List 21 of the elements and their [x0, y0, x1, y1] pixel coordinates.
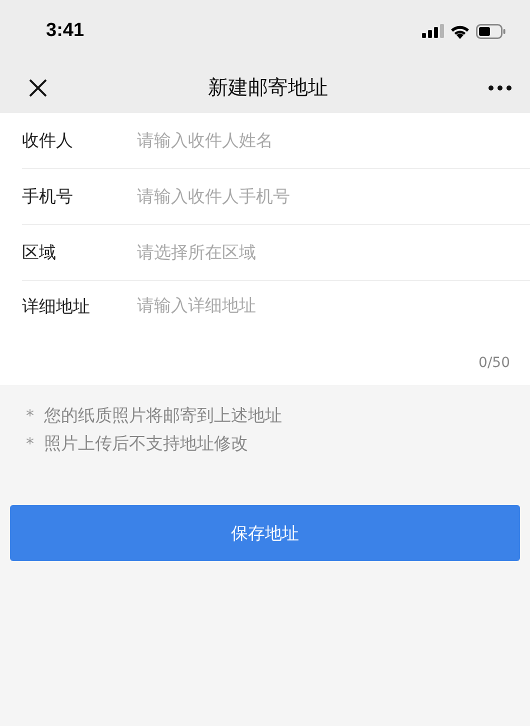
wifi-icon [450, 24, 470, 38]
close-icon [28, 78, 48, 98]
more-icon [488, 84, 512, 90]
battery-icon [476, 24, 506, 38]
field-label: 详细地址 [22, 296, 91, 318]
field-label: 收件人 [22, 130, 74, 152]
input-field[interactable]: 请输入收件人姓名 [137, 130, 497, 150]
signal-icon [422, 24, 444, 38]
note-text: 照片上传后不支持地址修改 [44, 432, 248, 454]
input-field[interactable]: 请选择所在区域 [137, 242, 497, 262]
field-label: 手机号 [22, 186, 74, 208]
input-field[interactable]: 请输入收件人手机号 [137, 186, 497, 206]
asterisk-mark: * [26, 434, 35, 452]
save-button[interactable]: 保存地址 [10, 505, 520, 561]
page-title: 新建邮寄地址 [208, 74, 328, 101]
input-field[interactable]: 请输入详细地址 [137, 295, 497, 355]
asterisk-mark: * [26, 406, 35, 424]
status-time: 3:41 [46, 20, 84, 42]
field-label: 区域 [22, 242, 57, 264]
character-counter: 0/50 [478, 355, 510, 373]
note-text: 您的纸质照片将邮寄到上述地址 [44, 404, 282, 426]
